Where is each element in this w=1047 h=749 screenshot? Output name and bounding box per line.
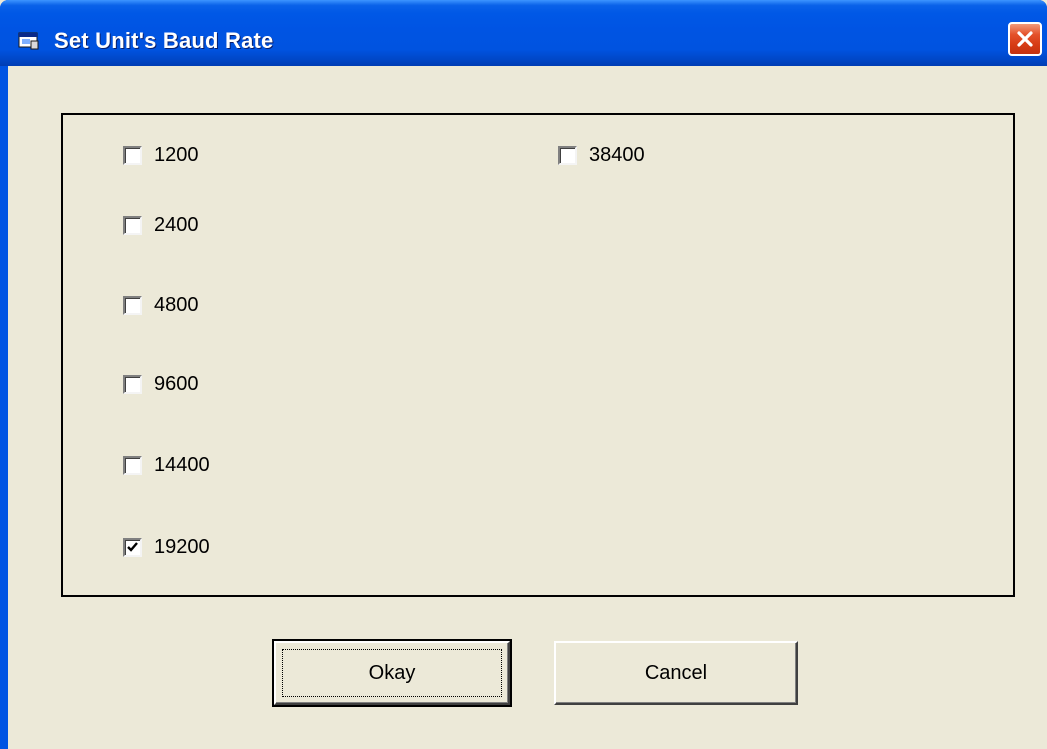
checkbox-box[interactable] xyxy=(123,374,142,394)
checkbox-label: 38400 xyxy=(589,143,645,166)
checkbox-box[interactable] xyxy=(558,145,577,165)
checkbox-box[interactable] xyxy=(123,295,142,315)
checkbox-label: 2400 xyxy=(154,213,199,236)
checkbox-label: 19200 xyxy=(154,535,210,558)
app-window-icon[interactable] xyxy=(18,32,40,50)
checkbox-label: 14400 xyxy=(154,453,210,476)
okay-button[interactable]: Okay xyxy=(272,639,512,707)
checkbox-box[interactable] xyxy=(123,455,142,475)
checkbox-baud-19200[interactable]: 19200 xyxy=(123,534,210,560)
dialog-client-area: 1200 2400 4800 9600 14400 19200 38400 Ok… xyxy=(8,66,1047,749)
baud-rate-frame xyxy=(61,113,1015,597)
checkbox-box[interactable] xyxy=(123,145,142,165)
checkbox-baud-4800[interactable]: 4800 xyxy=(123,292,199,318)
checkbox-baud-1200[interactable]: 1200 xyxy=(123,142,199,168)
dialog-window: Set Unit's Baud Rate 1200 2400 4800 9600 xyxy=(0,0,1047,749)
checkbox-baud-38400[interactable]: 38400 xyxy=(558,142,645,168)
checkbox-box[interactable] xyxy=(123,537,142,557)
checkbox-label: 1200 xyxy=(154,143,199,166)
title-bar[interactable]: Set Unit's Baud Rate xyxy=(0,0,1047,66)
cancel-button[interactable]: Cancel xyxy=(554,641,798,705)
checkbox-label: 4800 xyxy=(154,293,199,316)
window-title: Set Unit's Baud Rate xyxy=(54,28,274,53)
checkbox-box[interactable] xyxy=(123,215,142,235)
checkbox-baud-2400[interactable]: 2400 xyxy=(123,212,199,238)
checkbox-label: 9600 xyxy=(154,372,199,395)
checkbox-baud-14400[interactable]: 14400 xyxy=(123,452,210,478)
checkbox-baud-9600[interactable]: 9600 xyxy=(123,371,199,397)
close-button[interactable] xyxy=(1008,22,1042,56)
